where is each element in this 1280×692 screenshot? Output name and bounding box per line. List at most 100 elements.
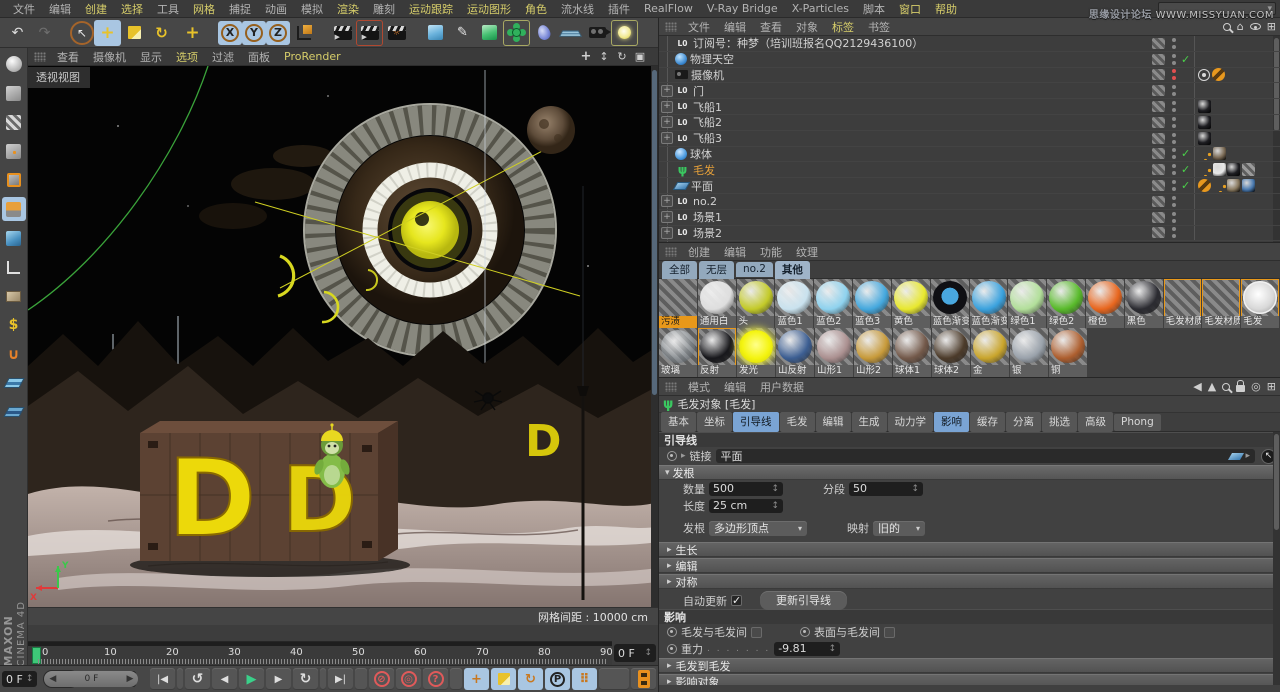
current-frame-field[interactable]: 0 F↕ (614, 644, 656, 662)
attribute-tab[interactable]: 编辑 (816, 412, 851, 432)
visibility-dots[interactable] (1169, 101, 1179, 112)
segments-field[interactable]: 50↕ (849, 482, 923, 496)
layer-chip[interactable] (1152, 38, 1165, 49)
attribute-scrollbar[interactable] (1273, 432, 1280, 685)
visibility-dots[interactable] (1169, 227, 1179, 238)
material-swatch[interactable]: 山形2 (854, 328, 892, 377)
layer-chip[interactable] (1152, 148, 1165, 159)
prev-key-button[interactable]: ↺ (185, 668, 210, 690)
enable-check[interactable] (1181, 179, 1194, 192)
material-layer-tab[interactable]: 其他 (775, 261, 810, 279)
expand-icon[interactable] (661, 53, 673, 65)
transport-button[interactable] (355, 668, 367, 690)
material-menu-item[interactable]: 纹理 (789, 244, 825, 260)
stepper-icon[interactable]: ↕ (23, 674, 34, 684)
attribute-tab[interactable]: 分离 (1006, 412, 1041, 432)
key-pla-button[interactable]: ⠿ (572, 668, 597, 690)
snap-settings-button[interactable] (2, 400, 26, 424)
expand-icon[interactable] (661, 101, 673, 113)
material-menu-item[interactable]: 功能 (753, 244, 789, 260)
object-row[interactable]: no.2 (659, 194, 1280, 210)
polygons-mode-button[interactable] (2, 197, 26, 221)
material-swatch[interactable]: 球体2 (932, 328, 970, 377)
record-keyframe-button[interactable]: ⊘ (369, 668, 394, 690)
keyframe-selection-button[interactable]: ? (423, 668, 448, 690)
tag-noentry-icon[interactable] (1198, 179, 1211, 192)
mapping-select[interactable]: 旧的▾ (873, 521, 925, 536)
attribute-tab[interactable]: 生成 (852, 412, 887, 432)
material-swatch[interactable]: 头 (737, 279, 775, 328)
deformers-button[interactable] (503, 20, 530, 46)
material-swatch[interactable]: 球体1 (893, 328, 931, 377)
search-icon[interactable] (1222, 383, 1230, 391)
visibility-dots[interactable] (1169, 133, 1179, 144)
autokey-button[interactable]: ◎ (396, 668, 421, 690)
texture-paint-button[interactable] (2, 284, 26, 308)
length-field[interactable]: 25 cm↕ (709, 499, 783, 513)
menu-item[interactable]: 雕刻 (366, 1, 402, 17)
expand-icon[interactable] (661, 148, 673, 160)
render-picture-button[interactable] (356, 20, 383, 46)
expand-icon[interactable] (661, 37, 673, 49)
layer-chip[interactable] (1152, 69, 1165, 80)
menu-item[interactable]: 帮助 (928, 1, 964, 17)
layer-chip[interactable] (1152, 85, 1165, 96)
enable-axis-button[interactable] (2, 255, 26, 279)
viewport[interactable]: 查看摄像机显示选项过滤面板ProRender +↕↻▣ 透视视图 (28, 48, 658, 625)
visibility-dots[interactable] (1169, 38, 1179, 49)
tag-noentry-icon[interactable] (1212, 68, 1225, 81)
material-swatch[interactable]: 橙色 (1086, 279, 1124, 328)
object-row[interactable]: 球体 (659, 147, 1280, 163)
solo-mode-button[interactable]: $ (2, 313, 26, 337)
timeline-scrollbar[interactable] (28, 642, 612, 646)
animation-dot[interactable] (800, 627, 810, 637)
object-row[interactable]: 门 (659, 83, 1280, 99)
expand-icon[interactable] (661, 164, 673, 176)
count-field[interactable]: 500↕ (709, 482, 783, 496)
menu-item[interactable]: 编辑 (42, 1, 78, 17)
redo-button[interactable]: ↷ (31, 20, 58, 46)
tag-mat-icon[interactable] (1213, 163, 1226, 176)
visibility-dots[interactable] (1169, 148, 1179, 159)
expand-icon[interactable] (661, 195, 673, 207)
light-button[interactable] (611, 20, 638, 46)
menu-item[interactable]: V-Ray Bridge (700, 2, 785, 15)
gravity-field[interactable]: -9.81↕ (774, 642, 840, 656)
collapsed-section[interactable]: ▸ 生长 (659, 542, 1280, 557)
material-menu-item[interactable]: 编辑 (717, 244, 753, 260)
material-swatch[interactable]: 反射 (698, 328, 736, 377)
material-swatch[interactable]: 玻璃 (659, 328, 697, 377)
material-swatch[interactable]: 发光 (737, 328, 775, 377)
layer-chip[interactable] (1152, 101, 1165, 112)
toolbar-button[interactable] (58, 20, 70, 46)
viewport-menu-item[interactable]: 显示 (133, 49, 169, 65)
attribute-menu-item[interactable]: 模式 (681, 379, 717, 395)
attribute-tab[interactable]: 影响 (934, 412, 969, 432)
material-layer-tab[interactable]: 全部 (662, 261, 697, 279)
material-swatch[interactable]: 污渍 (659, 279, 697, 328)
expand-icon[interactable] (661, 227, 673, 239)
frame-slider-track[interactable]: ◀ 0 F ▶ (43, 670, 78, 688)
object-row[interactable]: 场景2 (659, 226, 1280, 242)
toolbar-button[interactable] (410, 20, 422, 46)
object-row[interactable]: 平面 (659, 178, 1280, 194)
next-frame-button[interactable]: ▶ (266, 668, 291, 690)
toolbar-button[interactable] (206, 20, 218, 46)
animation-dot[interactable] (667, 644, 677, 654)
material-swatch[interactable]: 绿色2 (1047, 279, 1085, 328)
material-swatch[interactable]: 蓝色1 (775, 279, 813, 328)
attribute-menu-item[interactable]: 用户数据 (753, 379, 811, 395)
material-swatch[interactable]: 黑色 (1125, 279, 1163, 328)
material-swatch[interactable]: 蓝色2 (814, 279, 852, 328)
visibility-dots[interactable] (1169, 180, 1179, 191)
undo-button[interactable]: ↶ (4, 20, 31, 46)
menu-item[interactable]: 工具 (150, 1, 186, 17)
material-swatch[interactable]: 毛发材质 (1164, 279, 1202, 328)
menu-item[interactable]: 创建 (78, 1, 114, 17)
attribute-tab[interactable]: 挑选 (1042, 412, 1077, 432)
material-swatch[interactable]: 蓝色渐变 (970, 279, 1008, 328)
coord-system-button[interactable] (290, 20, 317, 46)
visibility-dots[interactable] (1169, 54, 1179, 65)
layer-chip[interactable] (1152, 54, 1165, 65)
menu-item[interactable]: X-Particles (785, 2, 856, 15)
